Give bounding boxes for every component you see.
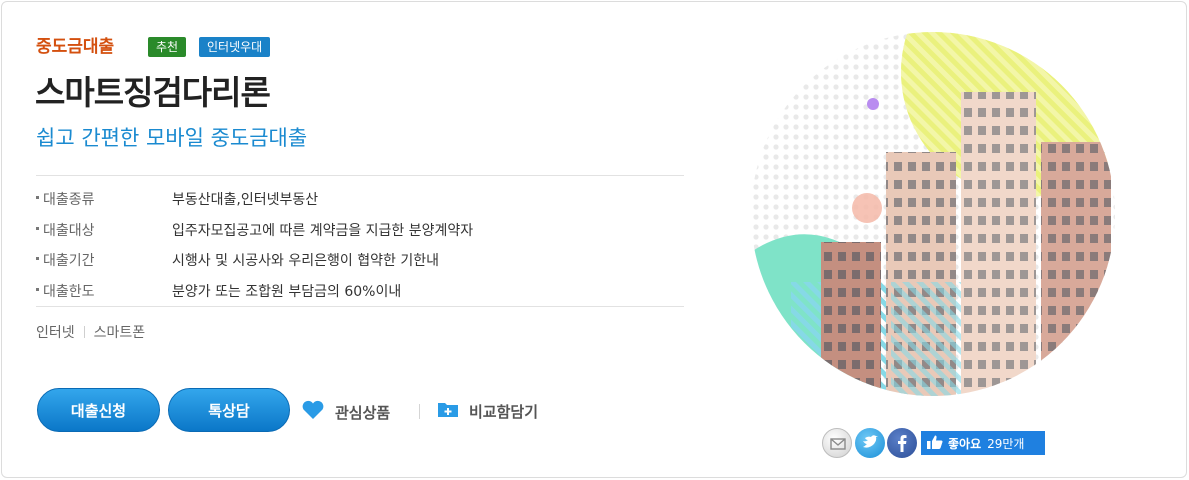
info-value: 분양가 또는 조합원 부담금의 60%이내 xyxy=(172,283,402,300)
divider xyxy=(36,175,684,176)
twitter-icon xyxy=(863,435,878,448)
info-key: 대출기간 xyxy=(36,250,172,270)
facebook-icon xyxy=(898,435,907,452)
internet-badge: 인터넷우대 xyxy=(199,37,271,57)
channel-smartphone: 스마트폰 xyxy=(93,325,146,341)
info-value: 부동산대출,인터넷부동산 xyxy=(172,192,319,209)
channel-internet: 인터넷 xyxy=(36,325,75,341)
apartment-illustration xyxy=(751,32,1116,397)
info-key: 대출대상 xyxy=(36,220,172,240)
like-label: 좋아요 xyxy=(948,436,982,451)
info-row-type: 대출종류 부동산대출,인터넷부동산 xyxy=(36,184,684,215)
facebook-share-button[interactable] xyxy=(887,428,917,458)
channel-list: 인터넷 스마트폰 xyxy=(36,322,145,342)
folder-plus-icon xyxy=(437,400,459,422)
like-button[interactable]: 좋아요 29만개 xyxy=(921,431,1045,455)
link-divider xyxy=(419,404,420,419)
info-key: 대출한도 xyxy=(36,281,172,301)
product-category: 중도금대출 xyxy=(36,37,115,57)
divider xyxy=(36,306,684,307)
info-value: 시행사 및 시공사와 우리은행이 협약한 기한내 xyxy=(172,253,439,270)
mail-icon xyxy=(830,438,846,450)
channel-separator xyxy=(83,326,85,338)
info-row-period: 대출기간 시행사 및 시공사와 우리은행이 협약한 기한내 xyxy=(36,245,684,276)
product-title: 스마트징검다리론 xyxy=(35,73,271,112)
like-count: 29만개 xyxy=(987,436,1025,451)
recommend-badge: 추천 xyxy=(148,37,187,57)
product-info-list: 대출종류 부동산대출,인터넷부동산 대출대상 입주자모집공고에 따른 계약금을 … xyxy=(36,184,684,306)
heart-icon xyxy=(301,400,325,424)
info-key: 대출종류 xyxy=(36,189,172,209)
add-compare-link[interactable]: 비교함담기 xyxy=(437,400,538,422)
favorite-label: 관심상품 xyxy=(335,403,391,422)
compare-label: 비교함담기 xyxy=(469,402,539,421)
talk-consult-button[interactable]: 톡상담 xyxy=(168,388,290,432)
twitter-share-button[interactable] xyxy=(855,428,885,458)
product-subtitle: 쉽고 간편한 모바일 중도금대출 xyxy=(36,126,308,150)
thumbs-up-icon xyxy=(927,435,943,452)
apply-loan-button[interactable]: 대출신청 xyxy=(37,388,160,432)
info-value: 입주자모집공고에 따른 계약금을 지급한 분양계약자 xyxy=(172,222,474,239)
mail-share-button[interactable] xyxy=(822,428,852,458)
info-row-limit: 대출한도 분양가 또는 조합원 부담금의 60%이내 xyxy=(36,276,684,307)
add-favorite-link[interactable]: 관심상품 xyxy=(301,400,390,424)
info-row-target: 대출대상 입주자모집공고에 따른 계약금을 지급한 분양계약자 xyxy=(36,215,684,246)
